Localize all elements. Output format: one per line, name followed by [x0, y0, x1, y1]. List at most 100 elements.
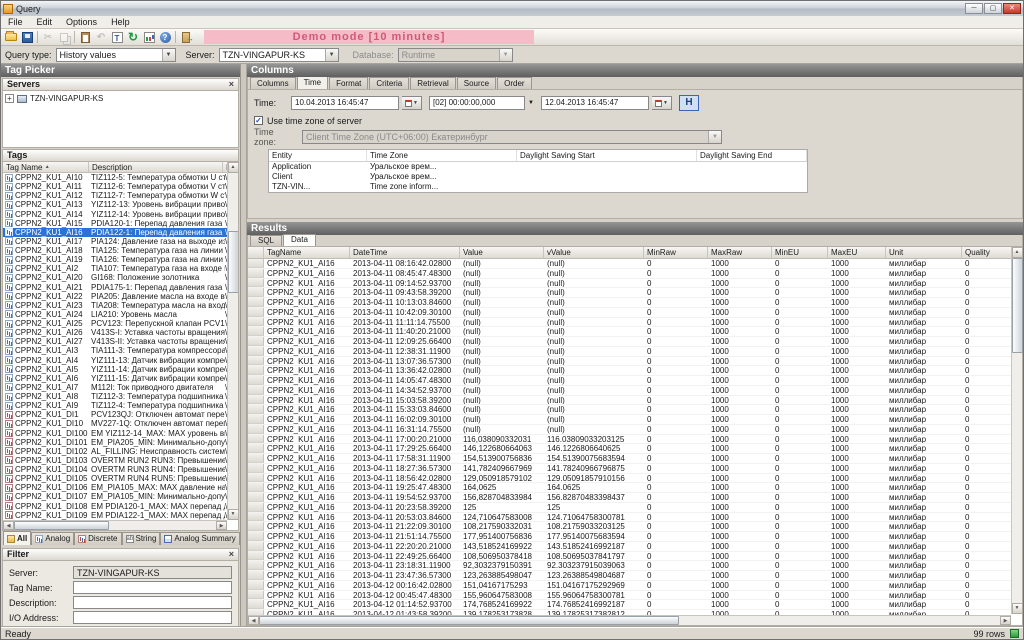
results-col-maxeu[interactable]: MaxEU	[828, 247, 886, 258]
results-horizontal-scrollbar[interactable]: ◀ ▶	[248, 615, 1011, 625]
tag-row[interactable]: CPPN2_KU1_DI108EM PDIA120-1_MAX: MAX пер…	[3, 502, 238, 511]
tag-row[interactable]: CPPN2_KU1_AI2TIA107: Температура газа на…	[3, 264, 238, 273]
close-icon[interactable]: ×	[229, 550, 234, 559]
tag-row[interactable]: CPPN2_KU1_AI22PIA205: Давление масла на …	[3, 292, 238, 301]
tag-tab-asummary[interactable]: Analog Summary	[160, 532, 239, 545]
table-row[interactable]: CPPN2_KU1_AI162013-04-11 09:14:52.93700(…	[248, 279, 1011, 289]
latest-time-button[interactable]: H	[679, 95, 699, 111]
scroll-up-icon[interactable]: ▲	[1012, 247, 1023, 258]
tab-columns[interactable]: Columns	[250, 77, 296, 89]
tag-row[interactable]: CPPN2_KU1_AI21PDIA175-1: Перепад давлени…	[3, 283, 238, 292]
menu-options[interactable]: Options	[59, 16, 104, 29]
scroll-down-icon[interactable]: ▼	[228, 509, 239, 520]
minimize-button[interactable]: ─	[965, 3, 983, 14]
tag-row[interactable]: CPPN2_KU1_AI8TIZ112-3: Температура подши…	[3, 392, 238, 401]
tag-row[interactable]: CPPN2_KU1_AI7M112I: Ток приводного двига…	[3, 383, 238, 392]
table-row[interactable]: CPPN2_KU1_AI162013-04-11 10:42:09.30100(…	[248, 308, 1011, 318]
chevron-down-icon[interactable]: ▼	[528, 100, 534, 106]
tag-row[interactable]: CPPN2_KU1_AI24LIA210: Уровень масла\	[3, 310, 238, 319]
save-icon[interactable]	[19, 30, 35, 45]
table-row[interactable]: CPPN2_KU1_AI162013-04-11 21:51:14.755001…	[248, 532, 1011, 542]
table-row[interactable]: CPPN2_KU1_AI162013-04-11 15:33:03.84600(…	[248, 405, 1011, 415]
start-time-field[interactable]: 10.04.2013 16:45:47	[291, 96, 399, 110]
tab-retrieval[interactable]: Retrieval	[410, 77, 456, 89]
tab-order[interactable]: Order	[497, 77, 531, 89]
use-timezone-checkbox[interactable]: ✓	[254, 116, 263, 125]
tag-row[interactable]: CPPN2_KU1_AI19TIA126: Температура газа н…	[3, 255, 238, 264]
results-col-minraw[interactable]: MinRaw	[644, 247, 708, 258]
tag-tab-analog[interactable]: Analog	[31, 532, 74, 545]
table-row[interactable]: CPPN2_KU1_AI162013-04-11 12:09:25.66400(…	[248, 337, 1011, 347]
menu-file[interactable]: File	[1, 16, 30, 29]
tag-row[interactable]: CPPN2_KU1_DI1PCV123QJ: Отключен автомат …	[3, 410, 238, 419]
table-row[interactable]: CPPN2_KU1_AI162013-04-11 13:36:42.02800(…	[248, 366, 1011, 376]
table-row[interactable]: CPPN2_KU1_AI162013-04-11 22:20:20.210001…	[248, 542, 1011, 552]
tab-data[interactable]: Data	[283, 234, 316, 246]
query-type-combo[interactable]: History values ▼	[56, 48, 176, 62]
table-row[interactable]: CPPN2_KU1_AI162013-04-11 23:47:36.573001…	[248, 571, 1011, 581]
tag-row[interactable]: CPPN2_KU1_DI105OVERTM RUN4 RUN5: Превыше…	[3, 474, 238, 483]
table-row[interactable]: CPPN2_KU1_AI162013-04-11 22:49:25.664001…	[248, 552, 1011, 562]
table-row[interactable]: CPPN2_KU1_AI162013-04-12 00:16:42.028001…	[248, 581, 1011, 591]
tag-row[interactable]: CPPN2_KU1_AI16PDIA122-1: Перепад давлени…	[3, 228, 238, 237]
scrollbar-thumb[interactable]	[259, 616, 679, 625]
table-row[interactable]: CPPN2_KU1_AI162013-04-11 16:31:14.75500(…	[248, 425, 1011, 435]
tags-col-description[interactable]: Description	[89, 162, 223, 172]
tag-tab-string[interactable]: String	[122, 532, 161, 545]
tab-criteria[interactable]: Criteria	[369, 77, 409, 89]
results-col-vvalue[interactable]: vValue	[544, 247, 644, 258]
results-col-value[interactable]: Value	[460, 247, 544, 258]
tags-vertical-scrollbar[interactable]: ▲ ▼	[227, 162, 238, 520]
tag-tab-all[interactable]: All	[3, 531, 31, 545]
tag-row[interactable]: CPPN2_KU1_AI25PCV123: Перепускной клапан…	[3, 319, 238, 328]
tag-row[interactable]: CPPN2_KU1_AI23TIA208: Температура масла …	[3, 301, 238, 310]
table-row[interactable]: CPPN2_KU1_AI162013-04-11 15:03:58.39200(…	[248, 396, 1011, 406]
results-col-maxraw[interactable]: MaxRaw	[708, 247, 772, 258]
scroll-left-icon[interactable]: ◀	[3, 521, 14, 530]
scrollbar-thumb[interactable]	[1012, 258, 1023, 353]
chart-icon[interactable]	[141, 30, 157, 45]
tag-row[interactable]: CPPN2_KU1_AI11TIZ112-6: Температура обмо…	[3, 182, 238, 191]
tag-row[interactable]: CPPN2_KU1_DI102AL_FILLING: Неисправность…	[3, 447, 238, 456]
tag-row[interactable]: CPPN2_KU1_DI109EM PDIA122-1_MAX: MAX пер…	[3, 511, 238, 520]
end-date-picker-button[interactable]: ▼	[652, 96, 672, 110]
tag-row[interactable]: CPPN2_KU1_AI13YIZ112-13: Уровень вибраци…	[3, 200, 238, 209]
table-row[interactable]: CPPN2_KU1_AI162013-04-11 16:02:09.30100(…	[248, 415, 1011, 425]
table-row[interactable]: CPPN2_KU1_AI162013-04-12 00:45:47.483001…	[248, 591, 1011, 601]
tab-format[interactable]: Format	[329, 77, 368, 89]
tag-row[interactable]: CPPN2_KU1_AI14YIZ112-14: Уровень вибраци…	[3, 210, 238, 219]
table-row[interactable]: CPPN2_KU1_AI162013-04-11 17:29:25.664001…	[248, 444, 1011, 454]
tree-expander-icon[interactable]: +	[5, 94, 14, 103]
table-row[interactable]: CPPN2_KU1_AI162013-04-11 19:54:52.937001…	[248, 493, 1011, 503]
tag-row[interactable]: CPPN2_KU1_AI18TIA125: Температура газа н…	[3, 246, 238, 255]
tag-row[interactable]: CPPN2_KU1_DI101EM_PIA205_MIN: Минимально…	[3, 438, 238, 447]
table-row[interactable]: CPPN2_KU1_AI162013-04-11 13:07:36.57300(…	[248, 357, 1011, 367]
results-col-datetime[interactable]: DateTime	[350, 247, 460, 258]
tag-row[interactable]: CPPN2_KU1_AI10TIZ112-5: Температура обмо…	[3, 173, 238, 182]
tag-row[interactable]: CPPN2_KU1_AI5YIZ111-14: Датчик вибрации …	[3, 365, 238, 374]
tag-row[interactable]: CPPN2_KU1_AI4YIZ111-13: Датчик вибрации …	[3, 356, 238, 365]
server-combo[interactable]: TZN-VINGAPUR-KS ▼	[219, 48, 339, 62]
scrollbar-thumb[interactable]	[14, 521, 109, 530]
scroll-left-icon[interactable]: ◀	[248, 616, 259, 625]
scroll-right-icon[interactable]: ▶	[1000, 616, 1011, 625]
exit-icon[interactable]	[178, 30, 194, 45]
close-button[interactable]: ✕	[1003, 3, 1021, 14]
table-row[interactable]: CPPN2_KU1_AI162013-04-11 14:34:52.93700(…	[248, 386, 1011, 396]
tags-col-tagname[interactable]: Tag Name ▲	[3, 162, 89, 172]
refresh-icon[interactable]	[125, 30, 141, 45]
end-time-field[interactable]: 12.04.2013 16:45:47	[541, 96, 649, 110]
filter-tagname-input[interactable]	[73, 581, 232, 594]
results-col-quality[interactable]: Quality	[962, 247, 1013, 258]
table-row[interactable]: CPPN2_KU1_AI162013-04-11 18:56:42.028001…	[248, 474, 1011, 484]
tag-row[interactable]: CPPN2_KU1_AI17PIA124: Давление газа на в…	[3, 237, 238, 246]
table-row[interactable]: CPPN2_KU1_AI162013-04-11 18:27:36.573001…	[248, 464, 1011, 474]
scroll-down-icon[interactable]: ▼	[1012, 603, 1023, 614]
table-row[interactable]: CPPN2_KU1_AI162013-04-11 20:23:58.392001…	[248, 503, 1011, 513]
tag-row[interactable]: CPPN2_KU1_AI9TIZ112-4: Температура подши…	[3, 401, 238, 410]
table-row[interactable]: CPPN2_KU1_AI162013-04-11 19:25:47.483001…	[248, 483, 1011, 493]
tags-horizontal-scrollbar[interactable]: ◀ ▶	[3, 520, 227, 530]
tag-row[interactable]: CPPN2_KU1_AI6YIZ111-15: Датчик вибрации …	[3, 374, 238, 383]
tab-sql[interactable]: SQL	[250, 235, 282, 246]
table-row[interactable]: CPPN2_KU1_AI162013-04-11 12:38:31.11900(…	[248, 347, 1011, 357]
